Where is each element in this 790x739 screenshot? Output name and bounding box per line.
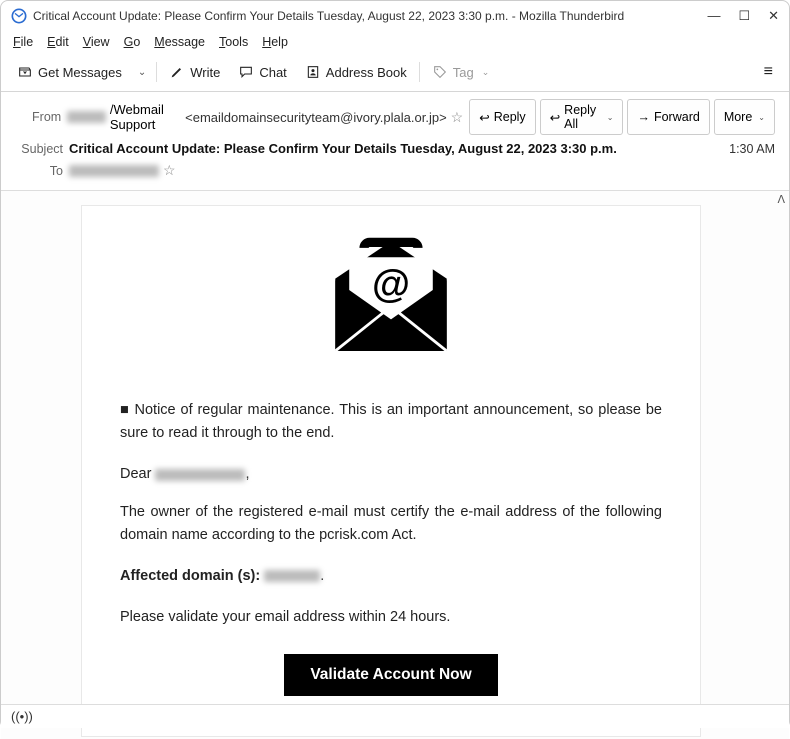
menubar: File Edit View Go Message Tools Help bbox=[1, 31, 789, 53]
tag-icon bbox=[432, 64, 448, 80]
close-button[interactable]: ✕ bbox=[768, 8, 779, 24]
menu-edit[interactable]: Edit bbox=[41, 33, 75, 51]
window-title: Critical Account Update: Please Confirm … bbox=[33, 9, 697, 23]
get-messages-button[interactable]: Get Messages bbox=[9, 60, 130, 84]
para-validate: Please validate your email address withi… bbox=[120, 606, 662, 629]
greeting: Dear , bbox=[120, 463, 662, 486]
redacted bbox=[155, 469, 245, 481]
toolbar: Get Messages ⌄ Write Chat Address Book T… bbox=[1, 53, 789, 92]
address-book-label: Address Book bbox=[326, 65, 407, 80]
svg-text:@: @ bbox=[372, 263, 410, 306]
write-button[interactable]: Write bbox=[161, 60, 228, 84]
reply-button[interactable]: ↩Reply bbox=[469, 99, 535, 135]
message-time: 1:30 AM bbox=[729, 142, 775, 156]
more-button[interactable]: More⌄ bbox=[714, 99, 775, 135]
forward-button[interactable]: →Forward bbox=[627, 99, 709, 135]
subject-value: Critical Account Update: Please Confirm … bbox=[69, 141, 723, 156]
scroll-up-arrow[interactable]: ᐱ bbox=[777, 193, 785, 206]
message-body-area: ᐱ @ ■ Notice of regular maintenance. Thi… bbox=[1, 191, 789, 739]
chat-label: Chat bbox=[259, 65, 286, 80]
para-certify: The owner of the registered e-mail must … bbox=[120, 501, 662, 547]
from-label: From bbox=[15, 110, 61, 124]
write-label: Write bbox=[190, 65, 220, 80]
email-content: @ ■ Notice of regular maintenance. This … bbox=[81, 205, 701, 737]
menu-help[interactable]: Help bbox=[256, 33, 294, 51]
window-titlebar: Critical Account Update: Please Confirm … bbox=[1, 1, 789, 31]
activity-icon[interactable]: ((•)) bbox=[11, 709, 33, 724]
menu-tools[interactable]: Tools bbox=[213, 33, 254, 51]
separator bbox=[156, 62, 157, 82]
maximize-button[interactable]: ☐ bbox=[738, 8, 750, 24]
app-icon bbox=[11, 8, 27, 24]
chat-icon bbox=[238, 64, 254, 80]
separator bbox=[419, 62, 420, 82]
validate-account-button[interactable]: Validate Account Now bbox=[284, 654, 497, 696]
to-label: To bbox=[15, 164, 63, 178]
pencil-icon bbox=[169, 64, 185, 80]
tag-label: Tag bbox=[453, 65, 474, 80]
redacted bbox=[69, 165, 159, 177]
tag-button[interactable]: Tag ⌄ bbox=[424, 60, 498, 84]
notice-text: ■ Notice of regular maintenance. This is… bbox=[120, 399, 662, 445]
chat-button[interactable]: Chat bbox=[230, 60, 294, 84]
reply-all-button[interactable]: ↩Reply All⌄ bbox=[540, 99, 624, 135]
affected-domain: Affected domain (s): . bbox=[120, 565, 662, 588]
statusbar: ((•)) bbox=[1, 704, 789, 728]
menu-view[interactable]: View bbox=[77, 33, 116, 51]
star-icon[interactable]: ☆ bbox=[451, 109, 464, 126]
star-icon[interactable]: ☆ bbox=[163, 162, 176, 179]
reply-icon: ↩ bbox=[479, 110, 489, 125]
forward-icon: → bbox=[637, 110, 650, 124]
to-value: ☆ bbox=[69, 162, 775, 179]
redacted bbox=[67, 111, 106, 123]
minimize-button[interactable]: — bbox=[707, 8, 720, 24]
envelope-icon: @ bbox=[120, 234, 662, 369]
subject-label: Subject bbox=[15, 142, 63, 156]
get-messages-dropdown[interactable]: ⌄ bbox=[132, 63, 152, 82]
message-headers: From /Webmail Support <emaildomainsecuri… bbox=[1, 92, 789, 191]
reply-all-icon: ↩ bbox=[550, 110, 560, 125]
from-value: /Webmail Support <emaildomainsecuritytea… bbox=[67, 102, 463, 132]
menu-go[interactable]: Go bbox=[118, 33, 147, 51]
get-messages-label: Get Messages bbox=[38, 65, 122, 80]
redacted bbox=[264, 570, 320, 582]
app-menu-button[interactable]: ≡ bbox=[756, 59, 781, 85]
menu-file[interactable]: File bbox=[7, 33, 39, 51]
address-book-icon bbox=[305, 64, 321, 80]
address-book-button[interactable]: Address Book bbox=[297, 60, 415, 84]
menu-message[interactable]: Message bbox=[148, 33, 211, 51]
download-icon bbox=[17, 64, 33, 80]
